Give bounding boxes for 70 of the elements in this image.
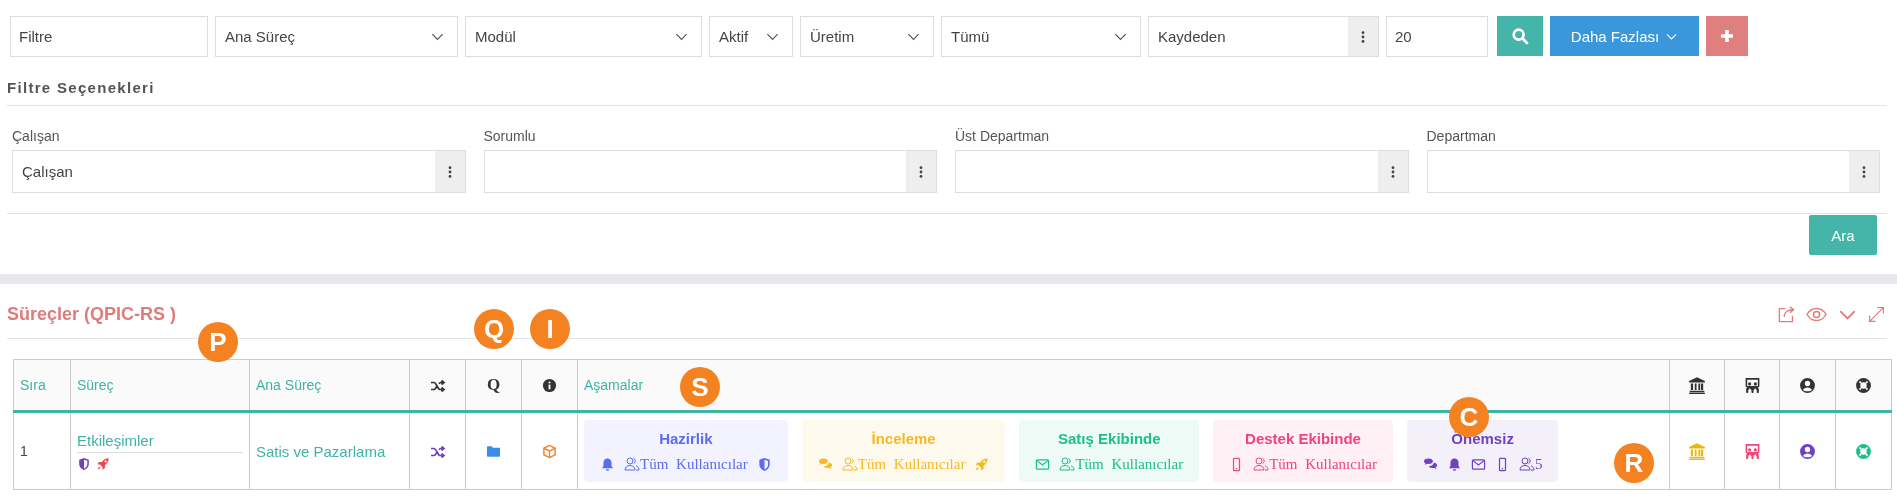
search-icon — [1511, 27, 1529, 45]
bank-icon — [1688, 442, 1706, 461]
dropdown[interactable]: Tümü — [941, 16, 1141, 57]
picker-field[interactable] — [955, 150, 1409, 193]
picker-field[interactable] — [483, 150, 937, 193]
stage-title: Destek Ekibinde — [1245, 429, 1361, 447]
input-field[interactable]: 20 — [1386, 16, 1488, 57]
expand-button[interactable] — [1868, 306, 1885, 323]
stage-title: İnceleme — [871, 429, 936, 447]
chat-icon — [1422, 456, 1438, 472]
annotation-badge: P — [198, 322, 238, 362]
bank-icon — [1688, 376, 1706, 395]
user-icon — [1799, 376, 1816, 394]
picker-field[interactable]: Kaydeden — [1148, 16, 1379, 57]
stage-card[interactable]: Hazirlik Tüm Kullanıcılar — [584, 420, 788, 482]
user-icon — [1799, 442, 1816, 460]
field-label: Çalışan — [12, 128, 61, 144]
users-icon — [841, 456, 858, 472]
users-icon — [1059, 456, 1076, 472]
info-icon — [542, 378, 557, 394]
annotation-badge: R — [1614, 443, 1654, 483]
dropdown[interactable]: Üretim — [800, 16, 934, 57]
expand-icon — [1868, 306, 1885, 323]
field-label: Sorumlu — [483, 128, 537, 144]
shuffle-icon — [429, 377, 446, 394]
users-icon — [624, 456, 640, 472]
field-label: Departman — [1426, 128, 1497, 144]
search-button[interactable] — [1497, 16, 1543, 56]
column-header: Süreç — [70, 359, 250, 412]
picker-field[interactable] — [1426, 150, 1880, 193]
bell-icon — [600, 456, 615, 472]
lifering-icon — [1855, 376, 1872, 394]
dropdown[interactable]: Modül — [465, 16, 702, 57]
stage-title: Hazirlik — [659, 429, 713, 447]
assignee-text: Tüm Kullanıcılar — [640, 455, 748, 473]
rocket-icon — [96, 456, 110, 471]
table-cell: 1 — [13, 411, 71, 490]
assignee-text: Tüm Kullanıcılar — [1075, 455, 1184, 473]
lifering-icon — [1855, 442, 1872, 460]
chat-icon — [817, 456, 833, 472]
field-label: Üst Departman — [955, 128, 1051, 144]
stage-title: Satış Ekibinde — [1058, 429, 1161, 447]
annotation-badge: Q — [474, 309, 514, 349]
folder-icon — [486, 444, 501, 460]
column-header: Q — [486, 375, 501, 394]
shield-icon — [77, 456, 91, 471]
share-button[interactable] — [1777, 305, 1796, 324]
cube-icon — [542, 444, 557, 460]
assignee-text: 5 — [1534, 455, 1543, 473]
add-button[interactable] — [1706, 16, 1748, 56]
dropdown[interactable]: Ana Süreç — [215, 16, 458, 57]
users-icon — [1253, 456, 1270, 472]
dropdown[interactable]: Aktif — [709, 16, 793, 57]
assignee-text: Tüm Kullanıcılar — [1269, 455, 1377, 473]
input-field[interactable]: Filtre — [10, 16, 208, 57]
assignee-text: Tüm Kullanıcılar — [857, 455, 966, 473]
column-header: Sıra — [13, 359, 71, 412]
panel-title: Süreçler (QPIC-RS ) — [7, 304, 177, 325]
section-title: Filtre Seçenekleri — [7, 79, 156, 96]
picker-field[interactable]: Çalışan — [12, 150, 466, 193]
rocket-icon — [974, 456, 990, 472]
mail-icon — [1470, 456, 1486, 472]
column-header: Ana Süreç — [249, 359, 410, 412]
users-icon — [1518, 456, 1535, 472]
annotation-badge: I — [530, 309, 570, 349]
share-icon — [1777, 305, 1796, 324]
plus-icon — [1719, 28, 1735, 44]
mail-icon — [1035, 456, 1051, 472]
shuffle-icon — [429, 443, 446, 460]
shield-icon — [756, 456, 772, 472]
